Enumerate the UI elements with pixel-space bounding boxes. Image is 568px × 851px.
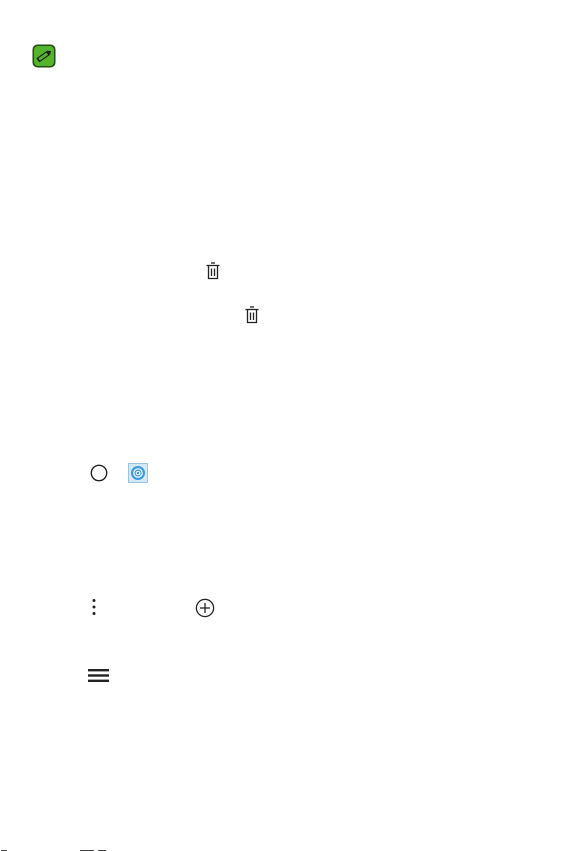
note-icon (32, 44, 56, 68)
cropped-footer-strip (0, 843, 568, 851)
add-circle-icon (195, 598, 215, 618)
home-circle-icon (90, 464, 108, 482)
hamburger-menu-icon (88, 668, 109, 683)
trash-icon (206, 262, 220, 280)
trash-icon (245, 306, 259, 324)
email-app-icon (128, 463, 148, 483)
vertical-dots-icon (91, 598, 97, 616)
